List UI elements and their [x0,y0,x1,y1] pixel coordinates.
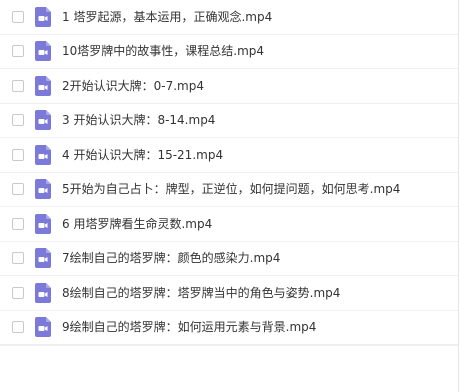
file-name[interactable]: 2开始认识大牌：0-7.mp4 [62,79,204,93]
video-file-icon [35,75,51,96]
row-checkbox[interactable] [12,79,24,92]
file-list: 1 塔罗起源，基本运用，正确观念.mp4 10塔罗牌中的故事性，课程总结.mp4 2… [0,0,458,345]
list-divider [0,345,458,346]
file-name[interactable]: 7绘制自己的塔罗牌：颜色的感染力.mp4 [62,251,280,265]
row-checkbox[interactable] [12,183,24,196]
row-checkbox[interactable] [12,45,24,58]
file-name[interactable]: 6 用塔罗牌看生命灵数.mp4 [62,217,212,231]
video-file-icon [35,6,51,27]
video-file-icon [35,282,51,303]
row-checkbox[interactable] [12,114,24,127]
video-file-icon [35,317,51,338]
row-checkbox[interactable] [12,286,24,299]
file-row[interactable]: 9绘制自己的塔罗牌：如何运用元素与背景.mp4 [0,311,458,345]
video-file-icon [35,213,51,234]
file-row[interactable]: 1 塔罗起源，基本运用，正确观念.mp4 [0,0,458,35]
video-file-icon [35,179,51,200]
file-row[interactable]: 4 开始认识大牌：15-21.mp4 [0,138,458,173]
file-row[interactable]: 6 用塔罗牌看生命灵数.mp4 [0,207,458,242]
row-checkbox[interactable] [12,252,24,265]
file-name[interactable]: 4 开始认识大牌：15-21.mp4 [62,148,223,162]
file-name[interactable]: 1 塔罗起源，基本运用，正确观念.mp4 [62,10,272,24]
row-checkbox[interactable] [12,148,24,161]
video-file-icon [35,41,51,62]
video-file-icon [35,144,51,165]
row-checkbox[interactable] [12,217,24,230]
file-name[interactable]: 3 开始认识大牌：8-14.mp4 [62,113,215,127]
file-name[interactable]: 8绘制自己的塔罗牌：塔罗牌当中的角色与姿势.mp4 [62,286,340,300]
file-row[interactable]: 3 开始认识大牌：8-14.mp4 [0,104,458,138]
row-checkbox[interactable] [12,321,24,334]
file-row[interactable]: 7绘制自己的塔罗牌：颜色的感染力.mp4 [0,242,458,276]
row-checkbox[interactable] [12,10,24,23]
file-name[interactable]: 9绘制自己的塔罗牌：如何运用元素与背景.mp4 [62,320,316,334]
file-list-panel: 1 塔罗起源，基本运用，正确观念.mp4 10塔罗牌中的故事性，课程总结.mp4 2… [0,0,459,392]
video-file-icon [35,110,51,131]
file-row[interactable]: 2开始认识大牌：0-7.mp4 [0,69,458,104]
file-name[interactable]: 10塔罗牌中的故事性，课程总结.mp4 [62,44,264,58]
video-file-icon [35,248,51,269]
file-row[interactable]: 8绘制自己的塔罗牌：塔罗牌当中的角色与姿势.mp4 [0,276,458,311]
file-name[interactable]: 5开始为自己占卜：牌型，正逆位，如何提问题，如何思考.mp4 [62,182,400,196]
file-row[interactable]: 5开始为自己占卜：牌型，正逆位，如何提问题，如何思考.mp4 [0,173,458,207]
file-row[interactable]: 10塔罗牌中的故事性，课程总结.mp4 [0,35,458,69]
